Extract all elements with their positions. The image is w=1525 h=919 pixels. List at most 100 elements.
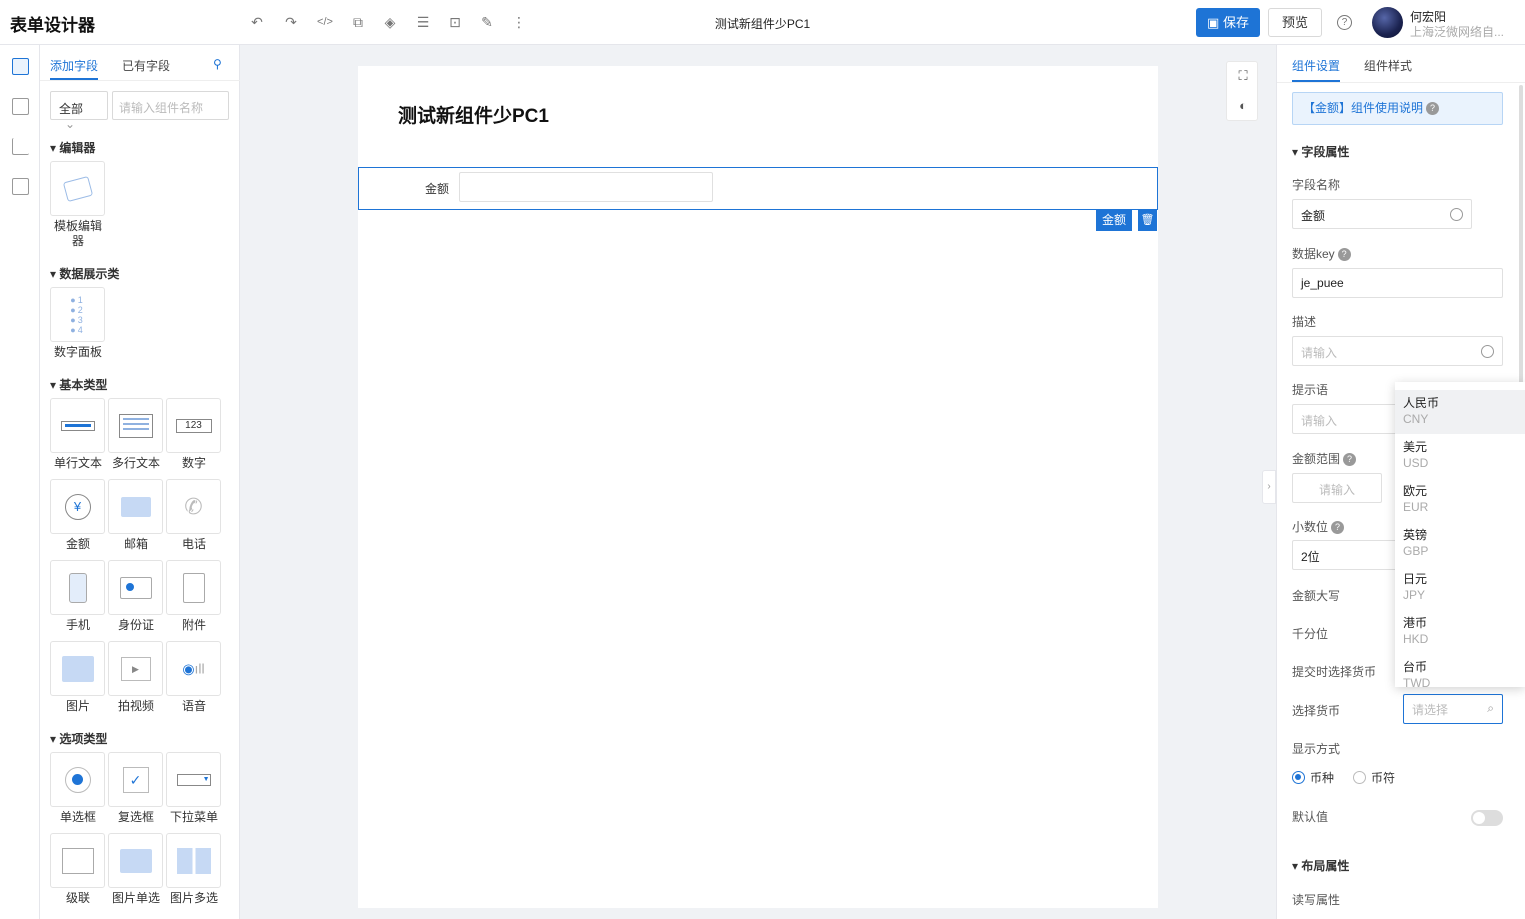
component-cascade[interactable]: 级联: [50, 833, 106, 906]
radio-currency-symbol-label: 币符: [1371, 771, 1396, 785]
section-title[interactable]: ▾ 选项类型: [50, 730, 107, 747]
currency-option-gbp[interactable]: 英镑 GBP: [1395, 522, 1525, 566]
currency-name: 欧元: [1403, 484, 1428, 498]
component-image[interactable]: 图片: [50, 641, 106, 714]
usage-link[interactable]: 【金额】组件使用说明?: [1292, 92, 1503, 125]
avatar[interactable]: [1372, 7, 1403, 38]
undo-icon[interactable]: ↶: [247, 12, 267, 32]
component-phone[interactable]: ✆ 电话: [166, 479, 222, 552]
radio-icon: [50, 752, 105, 807]
import-icon[interactable]: ⧉: [348, 12, 368, 32]
more-icon[interactable]: ⋮: [509, 12, 529, 32]
search-icon: ⌕: [1487, 701, 1494, 715]
delete-field-icon[interactable]: 🗑: [1137, 210, 1157, 231]
component-label: 身份证: [117, 618, 154, 632]
amount-field-input[interactable]: [459, 172, 713, 202]
category-select[interactable]: 全部 ⌄: [50, 91, 108, 131]
save-button[interactable]: ▣ 保存: [1196, 8, 1260, 37]
edit-icon[interactable]: ✎: [477, 12, 497, 32]
currency-option-hkd[interactable]: 港币 HKD: [1395, 610, 1525, 654]
tab-existing-field[interactable]: 已有字段: [122, 57, 170, 74]
component-image-multi[interactable]: 图片多选: [166, 833, 222, 906]
amount-field-label: 金额: [425, 182, 450, 196]
range-text: 金额范围: [1292, 452, 1341, 466]
section-title[interactable]: ▾ 数据展示类: [50, 265, 119, 282]
component-email[interactable]: 邮箱: [108, 479, 164, 552]
tab-add-field[interactable]: 添加字段: [50, 57, 98, 74]
field-name-input[interactable]: 金额: [1292, 199, 1472, 229]
component-id-card[interactable]: 身份证: [108, 560, 164, 633]
component-number[interactable]: 123 数字: [166, 398, 222, 471]
pin-icon[interactable]: ⚲: [213, 57, 222, 71]
collapse-panel-handle[interactable]: ›: [1262, 470, 1276, 504]
component-label: 级联: [65, 891, 90, 905]
field-props-title[interactable]: ▾ 字段属性: [1292, 143, 1349, 160]
currency-code: EUR: [1403, 500, 1429, 514]
currency-option-jpy[interactable]: 日元 JPY: [1395, 566, 1525, 610]
component-dropdown[interactable]: ▼ 下拉菜单: [166, 752, 222, 825]
section-title[interactable]: ▾ 基本类型: [50, 376, 107, 393]
component-radio[interactable]: 单选框: [50, 752, 106, 825]
component-video[interactable]: ▶ 拍视频: [108, 641, 164, 714]
radio-currency-code[interactable]: [1292, 771, 1305, 784]
component-label: 单选框: [59, 810, 96, 824]
component-template-editor[interactable]: 模板编辑器: [50, 161, 106, 249]
amount-field[interactable]: 金额: [358, 167, 1158, 210]
tab-component-style[interactable]: 组件样式: [1364, 57, 1412, 74]
node-layout-icon[interactable]: ⛶: [1235, 68, 1251, 84]
component-label: 附件: [181, 618, 206, 632]
component-single-line-text[interactable]: 单行文本: [50, 398, 106, 471]
image-radio-icon: [108, 833, 163, 888]
question-icon: ?: [1426, 102, 1440, 116]
icon-part: ✆: [184, 493, 203, 519]
component-amount[interactable]: ¥ 金额: [50, 479, 106, 552]
component-number-panel[interactable]: ●1 ●2 ●3 ●4 数字面板: [50, 287, 106, 360]
palette-icon[interactable]: ◐: [1235, 98, 1251, 114]
component-mobile[interactable]: 手机: [50, 560, 106, 633]
component-attachment[interactable]: 附件: [166, 560, 222, 633]
decimals-text: 小数位: [1292, 520, 1329, 534]
currency-option-eur[interactable]: 欧元 EUR: [1395, 478, 1525, 522]
readwrite-label: 读写属性: [1292, 893, 1341, 907]
desc-input[interactable]: 请输入: [1292, 336, 1503, 366]
globe-icon[interactable]: [1450, 208, 1463, 221]
preview-button[interactable]: 预览: [1268, 8, 1322, 37]
code-icon[interactable]: </>: [315, 12, 335, 32]
component-voice[interactable]: ◉ıll 语音: [166, 641, 222, 714]
database-icon[interactable]: ☰: [413, 12, 433, 32]
chart-rail-icon[interactable]: [12, 138, 29, 155]
chart-icon[interactable]: ⊡: [445, 12, 465, 32]
globe-icon[interactable]: [1481, 345, 1494, 358]
component-multi-line-text[interactable]: 多行文本: [108, 398, 164, 471]
currency-option-usd[interactable]: 美元 USD: [1395, 434, 1525, 478]
component-search-input[interactable]: 请输入组件名称: [112, 91, 229, 120]
video-icon: ▶: [108, 641, 163, 696]
redo-icon[interactable]: ↷: [281, 12, 301, 32]
field-rail-icon[interactable]: [12, 58, 29, 75]
radio-currency-symbol[interactable]: [1353, 771, 1366, 784]
default-toggle[interactable]: [1471, 810, 1503, 826]
section-title[interactable]: ▾ 编辑器: [50, 139, 95, 156]
data-key-input[interactable]: je_puee: [1292, 268, 1503, 298]
component-label: 邮箱: [123, 537, 148, 551]
currency-option-twd[interactable]: 台币 TWD: [1395, 654, 1525, 687]
desc-label: 描述: [1292, 315, 1317, 329]
layout-rail-icon[interactable]: [12, 98, 29, 115]
layers-icon[interactable]: ◈: [380, 12, 400, 32]
text-rail-icon[interactable]: [12, 178, 29, 195]
currency-select[interactable]: 请选择 ⌕: [1403, 694, 1503, 724]
attachment-icon: [166, 560, 221, 615]
component-checkbox[interactable]: ✓ 复选框: [108, 752, 164, 825]
number-icon: 123: [166, 398, 221, 453]
user-org: 上海泛微网络自...: [1410, 25, 1505, 39]
scrollbar[interactable]: [1519, 85, 1523, 385]
tab-component-settings[interactable]: 组件设置: [1292, 57, 1340, 74]
help-icon[interactable]: ?: [1337, 15, 1352, 30]
app-title: 表单设计器: [10, 16, 95, 35]
currency-option-cny[interactable]: 人民币 CNY: [1395, 390, 1525, 434]
icon-part: ¥: [64, 493, 91, 520]
range-min-input[interactable]: 请输入: [1292, 473, 1382, 503]
component-image-radio[interactable]: 图片单选: [108, 833, 164, 906]
layout-props-title[interactable]: ▾ 布局属性: [1292, 857, 1349, 874]
email-icon: [108, 479, 163, 534]
